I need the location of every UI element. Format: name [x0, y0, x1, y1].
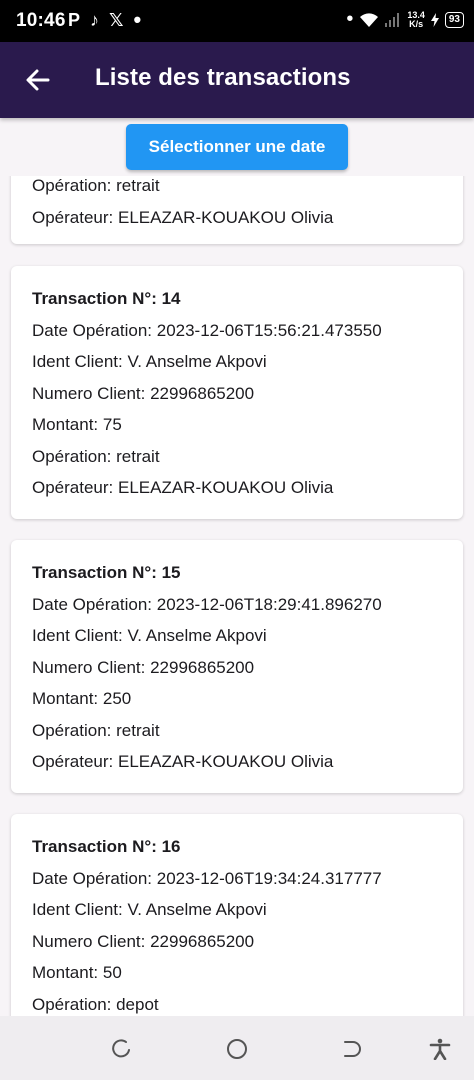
- status-time: 10:46: [16, 10, 66, 31]
- transaction-client-number: Numero Client: 22996865200: [32, 384, 255, 403]
- transaction-operation: Opération: retrait: [32, 176, 160, 195]
- x-app-icon: 𝕏: [109, 10, 124, 30]
- transaction-card: Transaction N°: 14 Date Opération: 2023-…: [11, 266, 463, 519]
- transaction-card: Transaction N°: 15 Date Opération: 2023-…: [11, 540, 463, 793]
- transaction-client-ident: Ident Client: V. Anselme Akpovi: [32, 900, 267, 919]
- transaction-number: Transaction N°: 15: [32, 563, 181, 582]
- transaction-operator: Opérateur: ELEAZAR-KOUAKOU Olivia: [32, 478, 334, 497]
- battery-indicator: 93: [444, 11, 464, 28]
- status-bar: 10:46 P ♪ 𝕏 • • 13.4 K/s 93: [0, 0, 474, 42]
- back-arrow-icon[interactable]: [24, 66, 52, 94]
- system-nav-bar: [0, 1016, 474, 1080]
- transaction-amount: Montant: 250: [32, 689, 132, 708]
- transaction-number: Transaction N°: 16: [32, 837, 181, 856]
- accessibility-icon[interactable]: [429, 1038, 451, 1060]
- transaction-client-number: Numero Client: 22996865200: [32, 658, 255, 677]
- page-title: Liste des transactions: [95, 64, 351, 91]
- wifi-icon: [360, 12, 379, 27]
- p-app-icon: P: [68, 10, 81, 30]
- select-date-button[interactable]: Sélectionner une date: [126, 124, 348, 170]
- transaction-date: Date Opération: 2023-12-06T19:34:24.3177…: [32, 869, 382, 888]
- transaction-operation: Opération: retrait: [32, 721, 160, 740]
- transaction-card: Opération: retrait Opérateur: ELEAZAR-KO…: [11, 176, 463, 244]
- transaction-operator: Opérateur: ELEAZAR-KOUAKOU Olivia: [32, 208, 334, 227]
- notification-icons: P ♪ 𝕏 •: [68, 9, 141, 31]
- home-icon[interactable]: [226, 1038, 248, 1060]
- transaction-number: Transaction N°: 14: [32, 289, 181, 308]
- transaction-card: Transaction N°: 16 Date Opération: 2023-…: [11, 814, 463, 1016]
- transaction-client-number: Numero Client: 22996865200: [32, 932, 255, 951]
- transaction-operation: Opération: depot: [32, 995, 159, 1014]
- app-bar: Liste des transactions: [0, 42, 474, 118]
- transaction-operation: Opération: retrait: [32, 447, 160, 466]
- transaction-client-ident: Ident Client: V. Anselme Akpovi: [32, 352, 267, 371]
- signal-icon: [385, 12, 400, 27]
- recent-apps-icon[interactable]: [111, 1038, 133, 1060]
- more-notifications-dot: •: [133, 7, 142, 32]
- network-speed: 13.4 K/s: [407, 10, 425, 29]
- transaction-client-ident: Ident Client: V. Anselme Akpovi: [32, 626, 267, 645]
- speed-unit: K/s: [409, 18, 424, 29]
- transaction-amount: Montant: 50: [32, 963, 122, 982]
- transaction-operator: Opérateur: ELEAZAR-KOUAKOU Olivia: [32, 752, 334, 771]
- back-icon[interactable]: [341, 1038, 363, 1060]
- dot-icon: •: [346, 8, 354, 30]
- tiktok-icon: ♪: [90, 10, 100, 30]
- transaction-list[interactable]: Opération: retrait Opérateur: ELEAZAR-KO…: [0, 176, 474, 1016]
- transaction-amount: Montant: 75: [32, 415, 122, 434]
- system-icons: • 13.4 K/s 93: [346, 8, 464, 31]
- transaction-date: Date Opération: 2023-12-06T18:29:41.8962…: [32, 595, 382, 614]
- transaction-date: Date Opération: 2023-12-06T15:56:21.4735…: [32, 321, 382, 340]
- charging-icon: [430, 12, 439, 27]
